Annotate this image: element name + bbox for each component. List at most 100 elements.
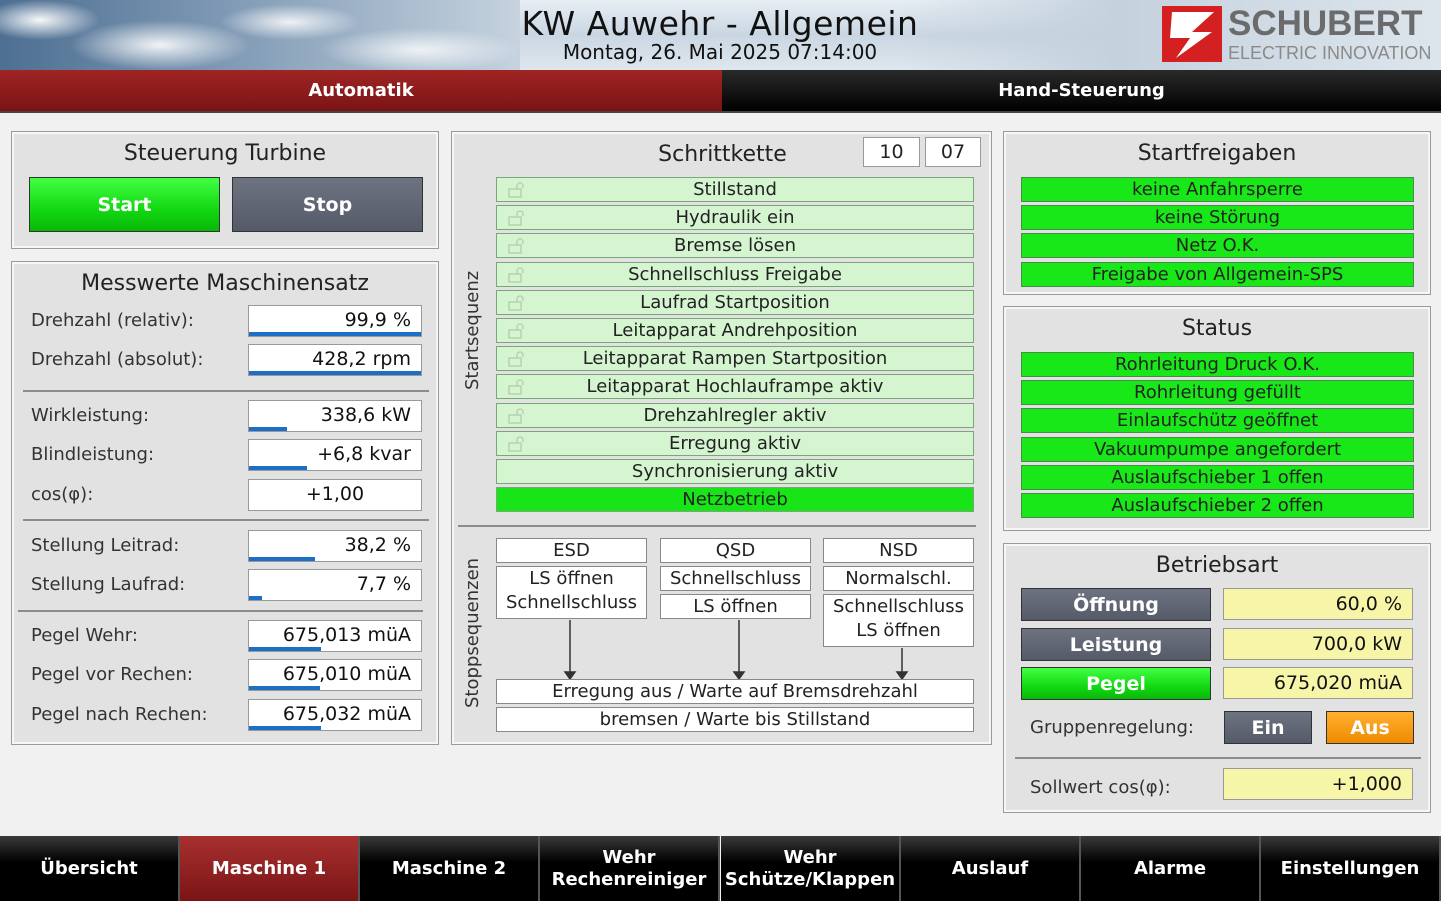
measurement-label: Drehzahl (absolut): xyxy=(31,349,204,370)
nsd-header: NSD xyxy=(823,538,974,563)
sequence-step: Drehzahlregler aktiv xyxy=(496,402,974,428)
sequence-step-label: Leitapparat Andrehposition xyxy=(612,320,858,341)
lock-open-icon xyxy=(508,295,524,311)
status-title: Status xyxy=(1181,316,1253,341)
measurement-label: Drehzahl (relativ): xyxy=(31,310,194,331)
lock-open-icon xyxy=(508,182,524,198)
logo-subtitle: ELECTRIC INNOVATION xyxy=(1228,43,1432,63)
betriebsart-title: Betriebsart xyxy=(1155,553,1279,578)
nav-button[interactable]: Übersicht xyxy=(0,836,180,901)
startfreigaben-title: Startfreigaben xyxy=(1137,141,1297,166)
betriebsart-setpoint-input[interactable]: 700,0 kW xyxy=(1223,628,1413,660)
start-button[interactable]: Start xyxy=(29,177,220,232)
nav-button[interactable]: Einstellungen xyxy=(1261,836,1441,901)
nav-button[interactable]: Auslauf xyxy=(901,836,1081,901)
measurement-value-text: 675,013 müA xyxy=(282,624,411,646)
divider xyxy=(1015,757,1421,759)
step-counter-1: 10 xyxy=(863,137,920,167)
lock-open-icon xyxy=(508,407,524,424)
measurement-bar xyxy=(249,596,263,600)
measurement-label: Wirkleistung: xyxy=(31,405,150,426)
measurement-bar xyxy=(249,427,287,431)
nav-button[interactable]: Alarme xyxy=(1081,836,1261,901)
measurement-value-text: 338,6 kW xyxy=(320,404,411,426)
sequence-step-label: Stillstand xyxy=(693,179,777,200)
nav-button[interactable]: Maschine 2 xyxy=(360,836,540,901)
stop-button[interactable]: Stop xyxy=(232,177,423,232)
sequence-step-label: Drehzahlregler aktiv xyxy=(643,404,827,426)
turbine-panel-title: Steuerung Turbine xyxy=(123,141,327,166)
measurement-label: cos(φ): xyxy=(31,484,94,505)
schubert-logo-icon xyxy=(1162,6,1222,62)
mode-automatik-button[interactable]: Automatik xyxy=(0,70,722,113)
startfreigabe-indicator: Freigabe von Allgemein-SPS xyxy=(1021,261,1414,287)
status-indicator: Auslaufschieber 1 offen xyxy=(1021,464,1414,490)
measurement-bar xyxy=(249,647,322,651)
gruppenregelung-aus-button[interactable]: Aus xyxy=(1326,711,1414,744)
lock-open-icon xyxy=(508,210,524,226)
measurement-value-text: +6,8 kvar xyxy=(317,443,411,465)
measurement-label: Stellung Leitrad: xyxy=(31,535,180,556)
betriebsart-setpoint-input[interactable]: 60,0 % xyxy=(1223,588,1413,620)
sequence-step: Laufrad Startposition xyxy=(496,289,974,315)
sequence-step-label: Leitapparat Hochlauframpe aktiv xyxy=(586,376,884,398)
sequence-step: Stillstand xyxy=(496,177,974,202)
sequence-step-label: Schnellschluss Freigabe xyxy=(628,263,842,285)
startsequenz-label: Startsequenz xyxy=(462,270,483,390)
sequence-step: Netzbetrieb xyxy=(496,487,974,513)
schubert-logo: SCHUBERT ELECTRIC INNOVATION xyxy=(1160,4,1435,64)
nav-button[interactable]: Wehr Schütze/Klappen xyxy=(721,836,901,901)
measurement-value-text: 675,032 müA xyxy=(282,703,411,725)
nav-button[interactable]: Maschine 1 xyxy=(180,836,360,901)
mode-hand-button[interactable]: Hand-Steuerung xyxy=(722,70,1441,113)
qsd-header: QSD xyxy=(660,538,811,563)
sequence-step: Leitapparat Hochlauframpe aktiv xyxy=(496,374,974,400)
measurement-label: Blindleistung: xyxy=(31,444,155,465)
measurement-value: 675,032 müA xyxy=(248,699,422,731)
sequence-step: Erregung aktiv xyxy=(496,430,974,456)
measurement-value: 99,9 % xyxy=(248,305,422,337)
betriebsart-mode-button[interactable]: Leistung xyxy=(1021,628,1211,661)
sollwert-cosphi-label: Sollwert cos(φ): xyxy=(1030,777,1171,798)
status-indicator: Vakuumpumpe angefordert xyxy=(1021,436,1414,462)
status-indicator: Auslaufschieber 2 offen xyxy=(1021,493,1414,518)
measurement-bar xyxy=(249,726,322,730)
stoppsequenzen-label: Stoppsequenzen xyxy=(462,557,483,708)
header-banner: KW Auwehr - Allgemein Montag, 26. Mai 20… xyxy=(0,0,1441,70)
measurement-value-text: 7,7 % xyxy=(356,573,411,595)
ice-background xyxy=(0,0,520,70)
stop-common-step-2: bremsen / Warte bis Stillstand xyxy=(496,707,974,732)
divider xyxy=(23,390,429,392)
lock-open-icon xyxy=(508,436,524,452)
divider xyxy=(23,519,429,521)
betriebsart-mode-button[interactable]: Pegel xyxy=(1021,667,1211,700)
esd-body: LS öffnen Schnellschluss xyxy=(496,566,647,619)
startfreigabe-indicator: Netz O.K. xyxy=(1021,233,1414,259)
nsd-row1: Normalschl. xyxy=(823,566,974,591)
measurement-value-text: 38,2 % xyxy=(344,534,411,556)
measurement-label: Pegel nach Rechen: xyxy=(31,704,208,725)
gruppenregelung-label: Gruppenregelung: xyxy=(1030,717,1194,738)
gruppenregelung-ein-button[interactable]: Ein xyxy=(1224,711,1312,744)
measurement-value: 428,2 rpm xyxy=(248,344,422,376)
betriebsart-mode-button[interactable]: Öffnung xyxy=(1021,588,1211,621)
lock-open-icon xyxy=(508,266,524,283)
sollwert-cosphi-input[interactable]: +1,000 xyxy=(1223,768,1413,800)
measurement-value-text: 428,2 rpm xyxy=(312,348,411,370)
measurement-value: +6,8 kvar xyxy=(248,439,422,471)
lock-open-icon xyxy=(508,351,524,367)
page-title: KW Auwehr - Allgemein xyxy=(521,4,919,43)
qsd-row1: Schnellschluss xyxy=(660,566,811,591)
date-time: Montag, 26. Mai 2025 07:14:00 xyxy=(562,40,878,64)
nav-button[interactable]: Wehr Rechenreiniger xyxy=(540,836,720,901)
measurement-value: 675,010 müA xyxy=(248,659,422,691)
measurement-label: Pegel Wehr: xyxy=(31,625,138,646)
measurement-bar xyxy=(249,371,421,375)
betriebsart-setpoint-input[interactable]: 675,020 müA xyxy=(1223,667,1413,699)
bottom-navigation: Übersicht Maschine 1 Maschine 2 Wehr Rechen… xyxy=(0,836,1441,901)
divider xyxy=(458,525,976,527)
esd-header: ESD xyxy=(496,538,647,563)
status-indicator: Rohrleitung Druck O.K. xyxy=(1021,352,1414,377)
status-indicator: Rohrleitung gefüllt xyxy=(1021,380,1414,406)
lock-open-icon xyxy=(508,379,524,396)
